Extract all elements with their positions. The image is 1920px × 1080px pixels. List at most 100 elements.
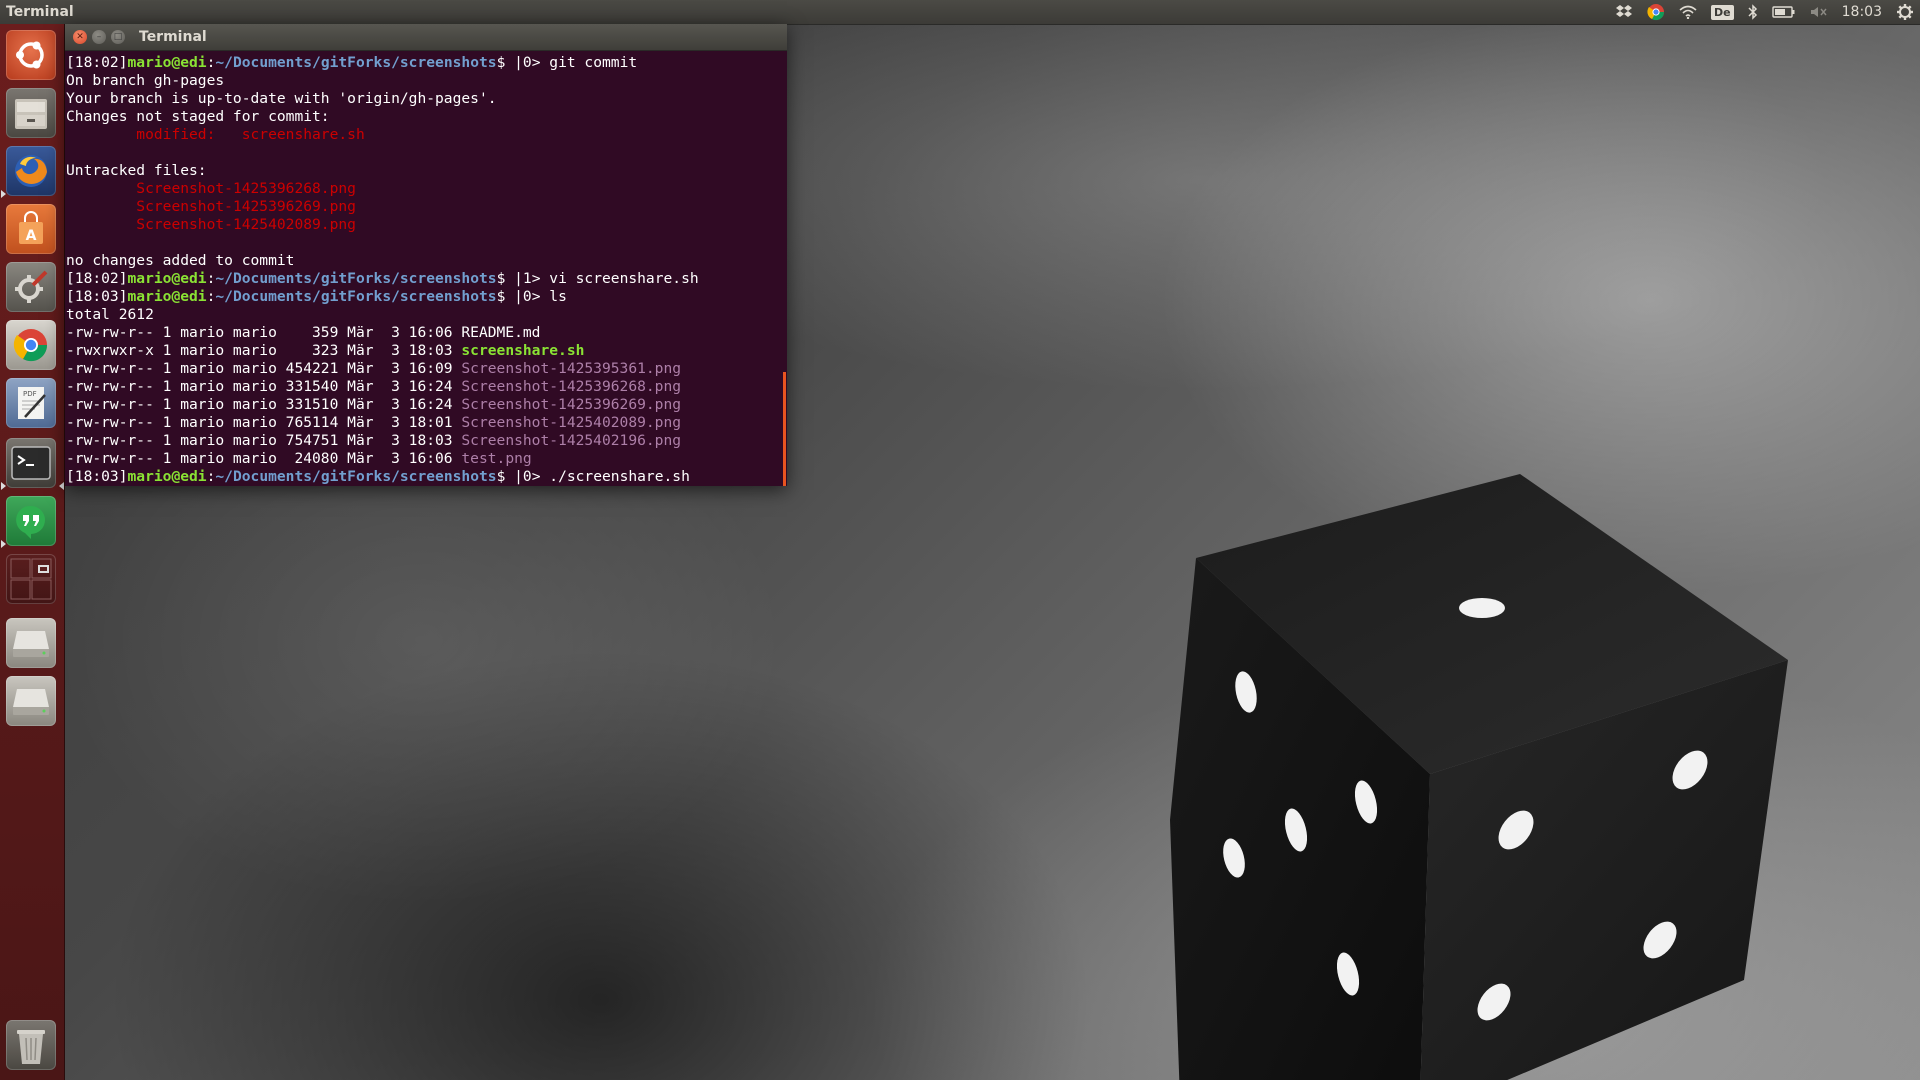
- keyboard-layout-indicator[interactable]: De: [1711, 0, 1734, 24]
- battery-icon[interactable]: [1771, 0, 1796, 24]
- window-close-button[interactable]: ✕: [73, 30, 87, 44]
- terminal-line: -rw-rw-r-- 1 mario mario 454221 Mär 3 16…: [65, 360, 787, 378]
- terminal-text: -rw-rw-r-- 1 mario mario 454221 Mär 3 16…: [66, 360, 462, 377]
- launcher-dash-button[interactable]: [6, 30, 56, 80]
- terminal-text: -rw-rw-r-- 1 mario mario 331540 Mär 3 16…: [66, 378, 462, 395]
- workspace-grid-icon: [10, 558, 52, 600]
- terminal-line: total 2612: [65, 306, 787, 324]
- window-minimize-button[interactable]: –: [92, 30, 106, 44]
- launcher-drive-2-button[interactable]: [6, 676, 56, 726]
- launcher-settings-button[interactable]: [6, 262, 56, 312]
- firefox-icon: [15, 155, 47, 187]
- file-cabinet-icon: [15, 99, 47, 129]
- terminal-text: $ |1> vi screenshare.sh: [496, 270, 699, 287]
- terminal-text: Screenshot-1425402089.png: [136, 216, 356, 233]
- terminal-text: modified: screenshare.sh: [136, 126, 365, 143]
- chrome-indicator-icon[interactable]: [1647, 0, 1665, 24]
- terminal-line: [18:03]mario@edi:~/Documents/gitForks/sc…: [65, 288, 787, 306]
- terminal-text: -rwxrwxr-x 1 mario mario 323 Mär 3 18:03: [66, 342, 462, 359]
- terminal-text: Screenshot-1425396268.png: [461, 378, 682, 395]
- session-gear-icon[interactable]: [1896, 0, 1914, 24]
- active-app-title[interactable]: Terminal: [6, 4, 74, 20]
- indicator-area: De 18:03: [1615, 0, 1914, 24]
- prompt-path: ~/Documents/gitForks/screenshots: [215, 54, 497, 71]
- prompt-user: mario@edi: [127, 270, 207, 287]
- terminal-text: -rw-rw-r-- 1 mario mario 331510 Mär 3 16…: [66, 396, 462, 413]
- launcher-software-center-button[interactable]: A: [6, 204, 56, 254]
- hangouts-icon: [16, 505, 45, 539]
- prompt-user: mario@edi: [127, 288, 207, 305]
- wifi-icon[interactable]: [1679, 0, 1697, 24]
- terminal-line: -rwxrwxr-x 1 mario mario 323 Mär 3 18:03…: [65, 342, 787, 360]
- launcher-terminal-button[interactable]: [6, 438, 56, 488]
- terminal-text: Screenshot-1425402196.png: [461, 432, 682, 449]
- terminal-text: test.png: [461, 450, 532, 467]
- settings-wrench-icon: [15, 270, 48, 303]
- terminal-text: screenshare.sh: [461, 342, 585, 359]
- volume-muted-icon[interactable]: [1810, 0, 1828, 24]
- pdf-document-icon: PDF: [18, 387, 46, 419]
- keyboard-layout-label: De: [1711, 4, 1734, 20]
- terminal-line: -rw-rw-r-- 1 mario mario 765114 Mär 3 18…: [65, 414, 787, 432]
- terminal-text: -rw-rw-r-- 1 mario mario 359 Mär 3 16:06…: [66, 324, 541, 341]
- prompt-path: ~/Documents/gitForks/screenshots: [215, 270, 497, 287]
- shopping-bag-icon: A: [19, 211, 43, 244]
- terminal-line: [18:03]mario@edi:~/Documents/gitForks/sc…: [65, 468, 787, 486]
- launcher-firefox-button[interactable]: [6, 146, 56, 196]
- terminal-line: Screenshot-1425396269.png: [65, 198, 787, 216]
- launcher-workspace-switcher-button[interactable]: [6, 554, 56, 604]
- svg-text:A: A: [26, 228, 37, 244]
- terminal-text: Screenshot-1425396269.png: [136, 198, 356, 215]
- launcher-trash-button[interactable]: [6, 1020, 56, 1070]
- prompt-user: mario@edi: [127, 468, 207, 485]
- hard-drive-icon: [13, 631, 49, 657]
- terminal-line: -rw-rw-r-- 1 mario mario 24080 Mär 3 16:…: [65, 450, 787, 468]
- terminal-line: Untracked files:: [65, 162, 787, 180]
- terminal-text: Screenshot-1425396269.png: [461, 396, 682, 413]
- prompt-path: ~/Documents/gitForks/screenshots: [215, 468, 497, 485]
- terminal-text: no changes added to commit: [66, 252, 295, 269]
- terminal-text: Screenshot-1425402089.png: [461, 414, 682, 431]
- dropbox-icon[interactable]: [1615, 0, 1633, 24]
- launcher-pdf-editor-button[interactable]: PDF: [6, 378, 56, 428]
- terminal-line: Your branch is up-to-date with 'origin/g…: [65, 90, 787, 108]
- terminal-titlebar[interactable]: ✕ – □ Terminal: [65, 24, 787, 51]
- scroll-indicator[interactable]: [783, 372, 786, 486]
- terminal-line: [18:02]mario@edi:~/Documents/gitForks/sc…: [65, 54, 787, 72]
- launcher: A PDF: [0, 24, 65, 1080]
- bluetooth-icon[interactable]: [1748, 0, 1758, 24]
- terminal-text: $ |0> ./screenshare.sh: [496, 468, 690, 485]
- launcher-chromium-button[interactable]: [6, 320, 56, 370]
- terminal-text: total 2612: [66, 306, 154, 323]
- terminal-text: [18:02]: [66, 270, 128, 287]
- terminal-line: Screenshot-1425402089.png: [65, 216, 787, 234]
- terminal-line: no changes added to commit: [65, 252, 787, 270]
- terminal-line: [18:02]mario@edi:~/Documents/gitForks/sc…: [65, 270, 787, 288]
- terminal-text: -rw-rw-r-- 1 mario mario 24080 Mär 3 16:…: [66, 450, 462, 467]
- terminal-text: Changes not staged for commit:: [66, 108, 330, 125]
- terminal-line: -rw-rw-r-- 1 mario mario 754751 Mär 3 18…: [65, 432, 787, 450]
- launcher-hangouts-button[interactable]: [6, 496, 56, 546]
- hard-drive-icon: [13, 689, 49, 715]
- terminal-text: [18:03]: [66, 288, 128, 305]
- clock[interactable]: 18:03: [1842, 4, 1882, 20]
- terminal-line: modified: screenshare.sh: [65, 126, 787, 144]
- terminal-text: -rw-rw-r-- 1 mario mario 765114 Mär 3 18…: [66, 414, 462, 431]
- terminal-output[interactable]: [18:02]mario@edi:~/Documents/gitForks/sc…: [65, 51, 787, 486]
- window-maximize-button[interactable]: □: [111, 30, 125, 44]
- launcher-drive-1-button[interactable]: [6, 618, 56, 668]
- terminal-window[interactable]: ✕ – □ Terminal [18:02]mario@edi:~/Docume…: [65, 24, 787, 486]
- launcher-files-button[interactable]: [6, 88, 56, 138]
- terminal-text: [18:03]: [66, 468, 128, 485]
- terminal-line: Changes not staged for commit:: [65, 108, 787, 126]
- trash-icon: [17, 1030, 45, 1064]
- terminal-line: -rw-rw-r-- 1 mario mario 331540 Mär 3 16…: [65, 378, 787, 396]
- terminal-line: -rw-rw-r-- 1 mario mario 331510 Mär 3 16…: [65, 396, 787, 414]
- terminal-text: [18:02]: [66, 54, 128, 71]
- terminal-line: Screenshot-1425396268.png: [65, 180, 787, 198]
